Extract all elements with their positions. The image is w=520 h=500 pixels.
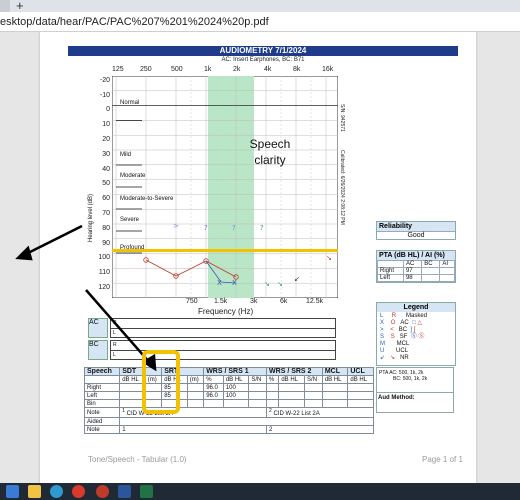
pta-table: AC BC AI Right 97 Left 98 xyxy=(377,260,455,282)
freq-label: 2k xyxy=(233,66,241,73)
word-icon[interactable] xyxy=(118,485,131,498)
serial-number: S/N: 942571 xyxy=(339,104,345,132)
freq-label: 250 xyxy=(140,66,152,73)
y-tick: 30 xyxy=(102,151,110,158)
pdf-page: AUDIOMETRY 7/1/2024 AC: Insert Earphones… xyxy=(40,32,476,483)
band-label-severe: Severe xyxy=(120,217,140,223)
svg-text:↘: ↘ xyxy=(264,280,270,288)
y-tick: 60 xyxy=(102,195,110,202)
y-tick: 50 xyxy=(102,180,110,187)
bc-marker: ? xyxy=(232,224,236,232)
bc-marker: ? xyxy=(204,224,208,232)
highlight-line xyxy=(112,249,338,252)
svg-text:↘: ↘ xyxy=(277,280,283,288)
report-subtitle: AC: Insert Earphones, BC: B71 xyxy=(221,57,305,63)
record-icon[interactable] xyxy=(96,485,109,498)
legend-body: L R Masked X O AC □ △ > < BC ] [ S S SF … xyxy=(380,313,428,361)
band-label-normal: Normal xyxy=(120,100,140,106)
band-label-profound: Profound xyxy=(120,245,145,251)
y-tick: -20 xyxy=(99,77,110,84)
y-tick: 80 xyxy=(102,225,110,232)
bc-tag: BC xyxy=(88,340,108,360)
x-axis-title: Frequency (Hz) xyxy=(198,307,254,316)
start-icon[interactable] xyxy=(6,485,19,498)
y-tick: 20 xyxy=(102,136,110,143)
svg-text:X: X xyxy=(232,279,237,287)
browser-tab[interactable] xyxy=(0,0,10,12)
y-tick: 40 xyxy=(102,166,110,173)
audiogram-grid: > ? ? ? ↘ X X ↘ ↘ ↙ xyxy=(112,76,338,298)
table-row: Left 85 96.0 100 xyxy=(83,391,374,400)
y-tick: 70 xyxy=(102,210,110,217)
taskbar xyxy=(0,483,520,500)
y-tick: 0 xyxy=(106,106,110,113)
freq-label: 125 xyxy=(112,66,124,73)
freq-bottom-label: 3k xyxy=(250,298,258,305)
calibration-date: Calibrated: 6/26/2024 2:08:12 PM xyxy=(339,150,345,225)
ac-transducer-row: R L xyxy=(110,318,336,338)
table-row: Aided xyxy=(83,417,374,426)
report-title: AUDIOMETRY 7/1/2024 xyxy=(68,46,458,56)
freq-label: 500 xyxy=(171,66,183,73)
pta-header: PTA (dB HL) / AI (%) xyxy=(377,251,455,260)
svg-text:X: X xyxy=(217,279,222,287)
legend-header: Legend xyxy=(377,303,455,312)
url-text[interactable]: esktop/data/hear/PAC/PAC%207%201%2024%20… xyxy=(0,16,269,28)
freq-label: 16k xyxy=(322,66,334,73)
y-tick: 110 xyxy=(98,269,110,276)
ac-tag: AC xyxy=(88,318,108,338)
freq-label: 8k xyxy=(293,66,301,73)
reliability-header: Reliability xyxy=(377,222,455,231)
table-row: Note 1 2 xyxy=(83,425,374,434)
table-row: Note 1 CID W-22 List 2A 2 CID W-22 List … xyxy=(83,407,374,418)
table-row: Right 85 96.0 100 xyxy=(83,383,374,392)
freq-label: 1k xyxy=(204,66,212,73)
bc-marker: ? xyxy=(260,224,264,232)
reliability-panel: Reliability Good xyxy=(376,221,456,240)
reliability-value: Good xyxy=(377,231,455,239)
aud-method-label: Aud Method: xyxy=(376,392,454,403)
svg-text:↙: ↙ xyxy=(294,275,300,283)
y-tick: 10 xyxy=(102,121,110,128)
edge-icon[interactable] xyxy=(50,485,63,498)
freq-label: 4k xyxy=(264,66,272,73)
band-label-moderate: Moderate xyxy=(120,173,146,179)
y-tick: 90 xyxy=(102,240,110,247)
chrome-icon[interactable] xyxy=(72,485,85,498)
band-label-mild: Mild xyxy=(120,152,132,158)
y-tick: 120 xyxy=(98,284,110,291)
freq-bottom-label: 12.5k xyxy=(306,298,324,305)
file-explorer-icon[interactable] xyxy=(28,485,41,498)
address-bar[interactable]: esktop/data/hear/PAC/PAC%207%201%2024%20… xyxy=(0,12,520,32)
footer-template: Tone/Speech - Tabular (1.0) xyxy=(88,455,187,464)
svg-text:↘: ↘ xyxy=(326,254,332,262)
pta-notes: PTA AC: 500, 1k, 2k BC: 500, 1k, 2k xyxy=(376,367,454,413)
legend-panel: Legend L R Masked X O AC □ △ > < BC ] [ … xyxy=(376,302,456,366)
tab-bar: + xyxy=(0,0,520,13)
y-axis-title: Hearing level (dB) xyxy=(88,193,94,242)
pdf-viewport[interactable]: AUDIOMETRY 7/1/2024 AC: Insert Earphones… xyxy=(0,32,520,483)
bc-transducer-row: R L xyxy=(110,340,336,360)
speech-clarity-label: Speech clarity xyxy=(249,137,291,167)
bc-marker: > xyxy=(173,222,179,230)
excel-icon[interactable] xyxy=(140,485,153,498)
freq-bottom-label: 6k xyxy=(280,298,288,305)
table-row: Bin xyxy=(83,399,374,408)
y-tick: -10 xyxy=(99,92,110,99)
speech-clarity-band xyxy=(208,76,254,298)
band-label-mod-severe: Moderate-to-Severe xyxy=(120,196,174,202)
pta-panel: PTA (dB HL) / AI (%) AC BC AI Right 97 Left… xyxy=(376,250,456,283)
y-tick: 100 xyxy=(98,254,110,261)
freq-bottom-label: 750 xyxy=(186,298,198,305)
speech-table: Speech SDT SRT WRS / SRS 1 WRS / SRS 2 M… xyxy=(83,367,374,434)
footer-page-number: Page 1 of 1 xyxy=(422,455,463,464)
freq-bottom-label: 1.5k xyxy=(214,298,228,305)
